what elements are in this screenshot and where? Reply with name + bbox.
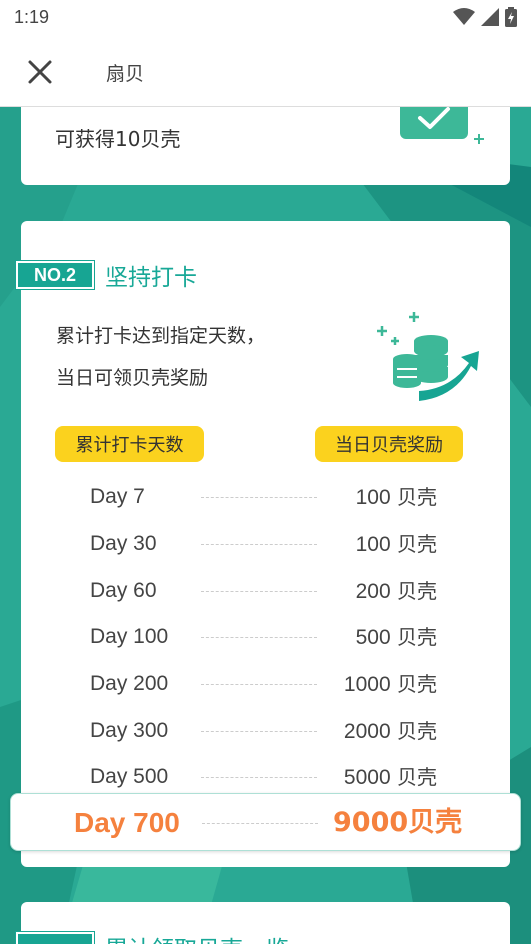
row-divider: [201, 777, 317, 778]
signal-icon: [481, 8, 499, 26]
row-day: Day 7: [90, 485, 145, 508]
close-icon: [28, 60, 52, 84]
description-line-1: 累计打卡达到指定天数，: [56, 325, 266, 347]
row-day: Day 30: [90, 532, 157, 555]
row-day: Day 200: [90, 672, 169, 695]
row-divider: [201, 637, 317, 638]
row-reward: 1000 贝壳: [343, 672, 437, 696]
row-reward: 100 贝壳: [355, 532, 437, 556]
row-day: Day 100: [90, 625, 169, 648]
row-divider: [201, 591, 317, 592]
table-row: Day 30 100 贝壳: [21, 524, 510, 564]
highlight-row: Day 700 9000贝壳: [10, 793, 521, 851]
card-description: 累计打卡达到指定天数， 当日可领贝壳奖励: [56, 315, 265, 399]
row-day: Day 300: [90, 719, 169, 742]
sparkle-icon: [474, 134, 484, 144]
task-card-checkin: NO.2 坚持打卡 累计打卡达到指定天数， 当日可领贝壳奖励 累计打卡天数 当日…: [15, 221, 510, 867]
reward-text: 可获得10贝壳: [55, 127, 181, 151]
table-row: Day 7 100 贝壳: [21, 477, 510, 517]
row-reward: 100 贝壳: [355, 485, 437, 509]
card-header: NO.2 坚持打卡: [15, 258, 197, 292]
step-badge: NO.2: [15, 260, 95, 290]
highlight-day: Day 700: [74, 807, 180, 838]
row-day: Day 500: [90, 765, 169, 788]
row-reward: 500 贝壳: [355, 625, 437, 649]
row-divider: [201, 684, 317, 685]
status-icons: [453, 7, 517, 27]
close-button[interactable]: [24, 56, 56, 88]
row-reward: 5000 贝壳: [343, 765, 437, 789]
description-line-2: 当日可领贝壳奖励: [56, 367, 209, 389]
highlight-divider: [202, 823, 318, 824]
table-row: Day 200 1000 贝壳: [21, 664, 510, 704]
task-card-previous: 可获得10贝壳: [21, 107, 510, 185]
header-daily-reward: 当日贝壳奖励: [315, 426, 463, 462]
task-card-next: 累计领取贝壳一览: [15, 902, 510, 944]
app-title: 扇贝: [106, 63, 145, 85]
table-row: Day 300 2000 贝壳: [21, 711, 510, 751]
row-reward: 200 贝壳: [355, 579, 437, 603]
highlight-reward: 9000贝壳: [333, 807, 463, 838]
card-title: 坚持打卡: [105, 265, 197, 291]
coins-growth-icon: [377, 312, 479, 401]
row-reward: 2000 贝壳: [343, 719, 437, 743]
row-divider: [201, 497, 317, 498]
status-time: 1:19: [14, 7, 50, 27]
step-badge: [15, 931, 95, 944]
header-checkin-days: 累计打卡天数: [55, 426, 204, 462]
card-title: 累计领取贝壳一览: [105, 930, 289, 944]
battery-icon: [505, 7, 517, 27]
table-row: Day 60 200 贝壳: [21, 571, 510, 611]
row-day: Day 60: [90, 579, 157, 602]
content-area[interactable]: 可获得10贝壳 NO.2 坚持打卡 累计打卡达到指定天数， 当日可领贝壳奖励 累…: [0, 107, 531, 944]
check-icon: [418, 107, 450, 129]
row-divider: [201, 544, 317, 545]
table-row: Day 500 5000 贝壳: [21, 757, 510, 797]
table-row: Day 100 500 贝壳: [21, 617, 510, 657]
wifi-icon: [453, 8, 475, 25]
completed-badge: [400, 107, 468, 139]
status-bar: 1:19: [0, 0, 531, 36]
row-divider: [201, 731, 317, 732]
app-bar: 扇贝: [0, 36, 531, 107]
